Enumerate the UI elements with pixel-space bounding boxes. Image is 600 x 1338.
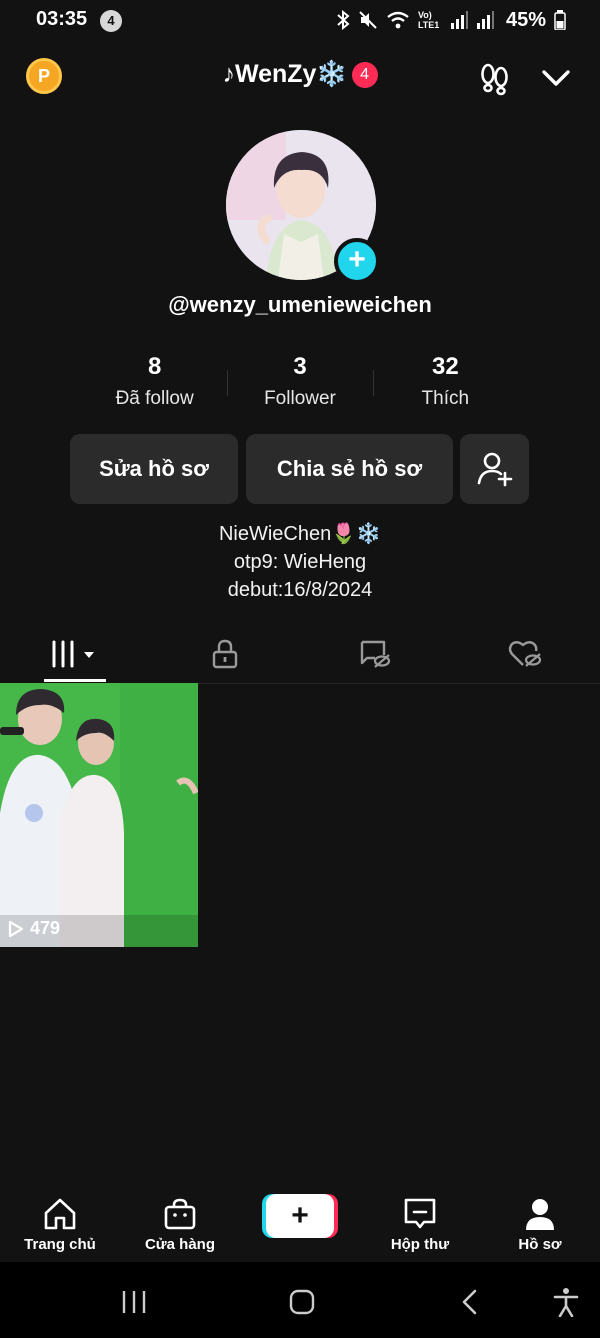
video-thumbnail-image bbox=[0, 683, 198, 947]
stat-value: 3 bbox=[293, 353, 307, 380]
back-button[interactable] bbox=[452, 1284, 488, 1320]
nav-label: Hộp thư bbox=[390, 1236, 450, 1253]
signal-icon-2 bbox=[476, 11, 494, 29]
profile-handle: @wenzy_umenieweichen bbox=[168, 292, 432, 317]
profile-title: ♪WenZy❄️ bbox=[222, 60, 348, 88]
lock-icon bbox=[212, 639, 238, 669]
signal-icon bbox=[450, 11, 468, 29]
inbox-icon bbox=[404, 1198, 436, 1229]
profile-stats: 8 Đã follow 3 Follower 32 Thích bbox=[82, 352, 518, 416]
bio-line: otp9: WieHeng bbox=[233, 551, 367, 573]
recent-apps-button[interactable] bbox=[116, 1284, 152, 1320]
home-icon bbox=[44, 1198, 76, 1230]
view-count-text: 479 bbox=[30, 918, 61, 938]
stat-followers[interactable]: 3 Follower bbox=[227, 352, 372, 416]
battery-percent: 45% bbox=[505, 8, 546, 31]
nav-label: Hồ sơ bbox=[518, 1236, 562, 1253]
status-bar: 03:35 4 Vo) LTE1 45% bbox=[0, 0, 600, 40]
wifi-icon bbox=[387, 11, 409, 29]
profile-header: P ♪WenZy❄️ 4 bbox=[0, 50, 600, 106]
nav-profile[interactable]: Hồ sơ bbox=[480, 1196, 600, 1253]
recent-apps-icon bbox=[122, 1291, 146, 1313]
bottom-nav: Trang chủ Cửa hàng + Hộp thư Hồ sơ bbox=[0, 1186, 600, 1262]
accessibility-button[interactable] bbox=[548, 1284, 584, 1320]
edit-profile-button[interactable]: Sửa hồ sơ bbox=[70, 434, 238, 504]
add-friend-button[interactable] bbox=[460, 434, 529, 504]
active-tab-indicator bbox=[44, 679, 106, 682]
content-tabs bbox=[0, 624, 600, 684]
tab-liked[interactable] bbox=[450, 624, 600, 684]
create-button[interactable]: + bbox=[266, 1194, 334, 1238]
home-button[interactable] bbox=[284, 1284, 320, 1320]
stat-value: 8 bbox=[147, 353, 162, 380]
system-nav-bar bbox=[0, 1262, 600, 1338]
stat-value: 32 bbox=[431, 353, 459, 380]
notification-count-badge: 4 bbox=[100, 10, 122, 32]
profile-icon bbox=[526, 1199, 554, 1230]
stat-likes[interactable]: 32 Thích bbox=[372, 352, 518, 416]
stat-label: Đã follow bbox=[115, 388, 194, 409]
stat-following[interactable]: 8 Đã follow bbox=[82, 352, 227, 416]
bio-line: debut:16/8/2024 bbox=[227, 579, 373, 601]
nav-home[interactable]: Trang chủ bbox=[0, 1196, 120, 1253]
nav-inbox[interactable]: Hộp thư bbox=[360, 1196, 480, 1253]
share-profile-button[interactable]: Chia sẻ hồ sơ bbox=[246, 434, 453, 504]
accessibility-icon bbox=[553, 1288, 579, 1317]
bio-line: NieWieChen🌷❄️ bbox=[218, 523, 382, 545]
network-label: Vo) LTE1 bbox=[417, 10, 440, 30]
mute-icon bbox=[359, 11, 377, 29]
video-view-count: 479 bbox=[8, 918, 60, 939]
grid-icon bbox=[52, 640, 94, 668]
tab-private[interactable] bbox=[150, 624, 300, 684]
tag-hidden-icon bbox=[360, 640, 391, 668]
notification-badge: 4 bbox=[351, 62, 378, 88]
status-icons: Vo) LTE1 45% bbox=[336, 8, 566, 32]
bluetooth-icon bbox=[337, 10, 350, 30]
stat-label: Thích bbox=[421, 388, 470, 409]
home-square-icon bbox=[289, 1289, 315, 1315]
play-icon bbox=[8, 920, 24, 937]
liked-hidden-icon bbox=[508, 641, 542, 667]
add-avatar-button[interactable]: + bbox=[334, 238, 380, 284]
nav-shop[interactable]: Cửa hàng bbox=[120, 1196, 240, 1253]
status-time: 03:35 bbox=[36, 8, 88, 30]
profile-bio: NieWieChen🌷❄️ otp9: WieHeng debut:16/8/2… bbox=[0, 520, 600, 604]
stat-label: Follower bbox=[264, 388, 336, 409]
nav-label: Cửa hàng bbox=[144, 1236, 216, 1253]
add-user-icon bbox=[477, 452, 512, 487]
chevron-down-icon[interactable] bbox=[538, 60, 574, 96]
battery-icon bbox=[554, 10, 566, 30]
back-icon bbox=[462, 1289, 477, 1315]
nav-label: Trang chủ bbox=[24, 1236, 96, 1253]
shopping-bag-icon bbox=[164, 1198, 196, 1230]
footprint-icon[interactable] bbox=[476, 60, 512, 96]
video-thumbnail[interactable]: 479 bbox=[0, 683, 198, 947]
tab-reposts[interactable] bbox=[300, 624, 450, 684]
tab-videos[interactable] bbox=[0, 624, 150, 684]
